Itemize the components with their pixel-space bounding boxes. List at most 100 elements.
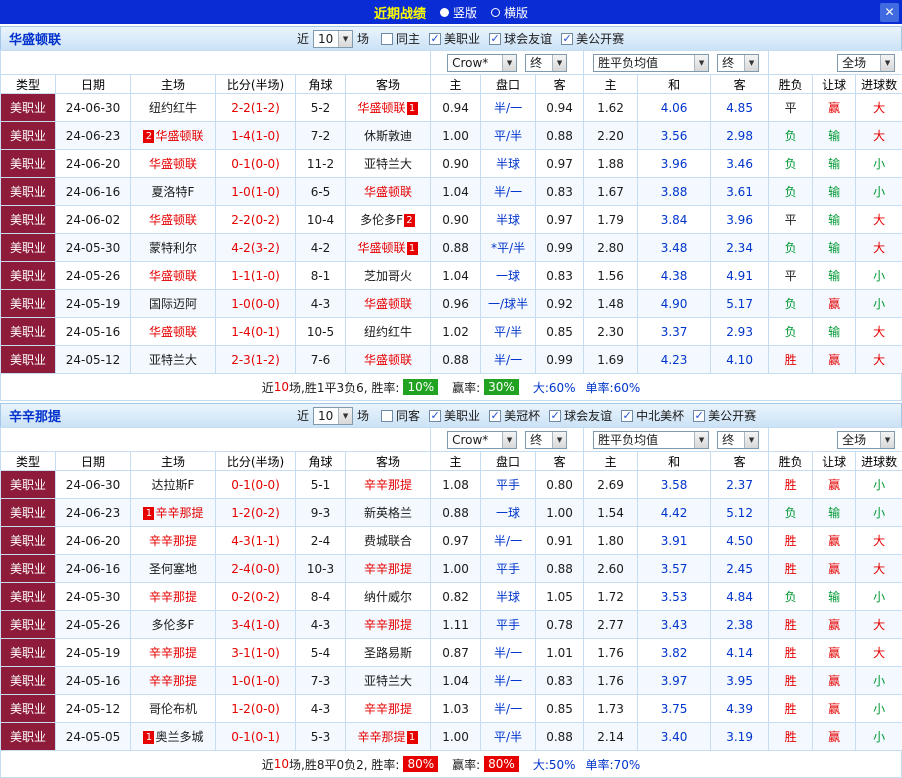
cell-avg-away: 4.39 [711,695,769,723]
cell-home-team: 华盛顿联 [131,318,216,346]
checkbox-icon[interactable]: ✓ [693,410,705,422]
column-header: 日期 [56,452,131,471]
avg-stage-select[interactable]: 终▼ [717,54,759,72]
cell-corners: 7-2 [296,122,346,150]
cell-score: 2-3(1-2) [216,346,296,374]
bookmaker-select[interactable]: Crow*▼ [447,431,517,449]
cell-score: 0-1(0-0) [216,150,296,178]
cell-score: 3-1(1-0) [216,639,296,667]
cell-result: 胜 [769,346,813,374]
cell-date: 24-06-02 [56,206,131,234]
avg-stage-select[interactable]: 终▼ [717,431,759,449]
checkbox-icon[interactable]: ✓ [621,410,633,422]
cell-avg-draw: 4.90 [638,290,711,318]
avg-select[interactable]: 胜平负均值▼ [593,431,709,449]
checkbox-icon[interactable]: ✓ [549,410,561,422]
table-row: 美职业24-06-16圣何塞地2-4(0-0)10-3辛辛那提1.00平手0.8… [1,555,902,583]
checkbox-icon[interactable]: ✓ [489,33,501,45]
filter-checkbox[interactable]: ✓球会友谊 [549,407,612,424]
cell-odds-home: 1.00 [431,723,481,751]
scope-select[interactable]: 全场▼ [837,431,895,449]
view-radio-horizontal[interactable]: 横版 [491,4,528,21]
team-name-text: 费城联合 [364,534,412,548]
match-count-select[interactable]: 10▼ [313,30,353,48]
cell-handicap-result: 输 [813,206,856,234]
table-row: 美职业24-05-26多伦多F3-4(1-0)4-3辛辛那提1.11平手0.78… [1,611,902,639]
filter-checkbox[interactable]: ✓中北美杯 [621,407,684,424]
matches-body: 美职业24-06-30纽约红牛2-2(1-2)5-2华盛顿联10.94半/一0.… [1,94,902,374]
odds-selectors-cell: Crow*▼ 终▼ [431,51,584,75]
checkbox-label: 同客 [396,407,420,424]
filter-checkbox[interactable]: ✓球会友谊 [489,30,552,47]
checkbox-icon[interactable]: ✓ [429,33,441,45]
odds-stage-select[interactable]: 终▼ [525,54,567,72]
scope-select[interactable]: 全场▼ [837,54,895,72]
column-header: 让球 [813,452,856,471]
cell-avg-home: 1.56 [584,262,638,290]
filter-checkbox[interactable]: ✓美公开赛 [693,407,756,424]
cell-date: 24-05-26 [56,611,131,639]
matches-body: 美职业24-06-30达拉斯F0-1(0-0)5-1辛辛那提1.08平手0.80… [1,471,902,751]
cell-avg-away: 2.93 [711,318,769,346]
close-button[interactable]: ✕ [880,3,899,22]
column-header: 主 [584,452,638,471]
matches-table: Crow*▼ 终▼ 胜平负均值▼ 终▼ 全场▼ [0,50,902,374]
match-count-select[interactable]: 10▼ [313,407,353,425]
cell-home-team: 蒙特利尔 [131,234,216,262]
filter-checkbox[interactable]: 同客 [381,407,420,424]
profit-rate-badge: 30% [484,379,519,395]
checkbox-icon[interactable]: ✓ [489,410,501,422]
cell-date: 24-06-30 [56,471,131,499]
team-name-text: 奥兰多城 [155,730,203,744]
filter-checkbox[interactable]: ✓美公开赛 [561,30,624,47]
cell-away-team: 芝加哥火 [346,262,431,290]
cell-odds-home: 0.90 [431,150,481,178]
cell-league-type: 美职业 [1,611,56,639]
cell-handicap-result: 赢 [813,346,856,374]
red-card-badge: 1 [407,242,418,255]
view-radio-vertical[interactable]: 竖版 [440,4,477,21]
summary-text: 近 [262,756,274,773]
cell-odds-away: 0.88 [536,723,584,751]
cell-home-team: 夏洛特F [131,178,216,206]
cell-avg-draw: 3.53 [638,583,711,611]
scope-value: 全场 [842,54,866,71]
filter-checkbox[interactable]: ✓美职业 [429,30,480,47]
checkbox-icon[interactable]: ✓ [429,410,441,422]
odds-stage-select[interactable]: 终▼ [525,431,567,449]
checkbox-icon[interactable] [381,33,393,45]
cell-result: 平 [769,94,813,122]
filter-checkbox[interactable]: ✓美冠杯 [489,407,540,424]
team-name-text: 辛辛那提 [364,702,412,716]
competition-filters: 同主 ✓美职业 ✓球会友谊 ✓美公开赛 [381,30,624,47]
team-name-text: 圣路易斯 [364,646,412,660]
filter-checkbox[interactable]: 同主 [381,30,420,47]
cell-avg-away: 4.10 [711,346,769,374]
cell-odds-home: 1.00 [431,555,481,583]
bookmaker-select[interactable]: Crow*▼ [447,54,517,72]
cell-avg-draw: 4.42 [638,499,711,527]
cell-avg-home: 2.69 [584,471,638,499]
cell-avg-home: 1.54 [584,499,638,527]
column-header: 比分(半场) [216,75,296,94]
cell-odds-away: 0.85 [536,695,584,723]
cell-odds-away: 0.80 [536,471,584,499]
match-count-value: 10 [318,32,333,46]
cell-handicap: 平/半 [481,122,536,150]
table-row: 美职业24-05-19国际迈阿1-0(0-0)4-3华盛顿联0.96一/球半0.… [1,290,902,318]
radio-icon[interactable] [491,8,500,17]
cell-league-type: 美职业 [1,346,56,374]
avg-select[interactable]: 胜平负均值▼ [593,54,709,72]
sections-container: 华盛顿联 近 10▼ 场 同主✓美职业✓球会友谊✓美公开赛 Crow*▼ 终▼ [0,26,902,778]
cell-home-team: 华盛顿联 [131,262,216,290]
filter-checkbox[interactable]: ✓美职业 [429,407,480,424]
team-name-text: 蒙特利尔 [149,241,197,255]
cell-corners: 8-4 [296,583,346,611]
radio-icon[interactable] [440,8,449,17]
checkbox-icon[interactable] [381,410,393,422]
cell-corners: 7-6 [296,346,346,374]
scope-selector-cell: 全场▼ [769,51,902,75]
cell-score: 1-4(1-0) [216,122,296,150]
team-name-text: 辛辛那提 [364,562,412,576]
checkbox-icon[interactable]: ✓ [561,33,573,45]
